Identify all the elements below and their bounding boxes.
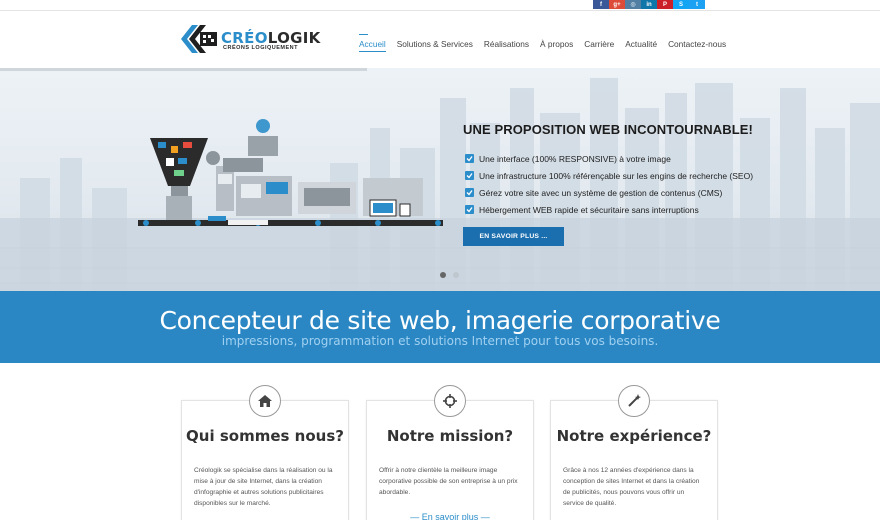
hero-bullet: Une interface (100% RESPONSIVE) à votre … (465, 150, 753, 167)
logo-mark-icon (181, 25, 217, 53)
card-experience: Notre expérience? Grâce à nos 12 années … (550, 385, 718, 520)
tagline-title: Concepteur de site web, imagerie corpora… (159, 306, 721, 335)
nav-item-realisations[interactable]: Réalisations (484, 39, 529, 49)
checkbox-check-icon (465, 205, 474, 214)
nav-item-solutions-services[interactable]: Solutions & Services (397, 39, 473, 49)
nav-item-carriere[interactable]: Carrière (584, 39, 614, 49)
slider-dot[interactable] (453, 272, 459, 278)
card-title: Qui sommes nous? (186, 427, 344, 445)
hero-bullet: Une infrastructure 100% référençable sur… (465, 167, 753, 184)
logo[interactable]: CRÉOLOGIK CRÉONS LOGIQUEMENT (180, 23, 320, 55)
card-text: Créologik se spécialise dans la réalisat… (194, 467, 333, 507)
crosshair-icon (434, 385, 466, 417)
card-about: Qui sommes nous? Créologik se spécialise… (181, 385, 349, 520)
web-factory-illustration (138, 119, 443, 226)
google-plus-icon[interactable]: g+ (609, 0, 625, 9)
site-header: CRÉOLOGIK CRÉONS LOGIQUEMENT Accueil Sol… (0, 10, 880, 68)
instagram-icon[interactable]: ◎ (625, 0, 641, 9)
main-nav: Accueil Solutions & Services Réalisation… (359, 34, 737, 52)
brand-tagline: CRÉONS LOGIQUEMENT (223, 45, 299, 51)
hero-slider: UNE PROPOSITION WEB INCONTOURNABLE! Une … (0, 68, 880, 291)
hero-bullet: Hébergement WEB rapide et sécuritaire sa… (465, 201, 753, 218)
checkbox-check-icon (465, 171, 474, 180)
slider-progress-bar (0, 68, 367, 71)
card-title: Notre expérience? (556, 427, 712, 445)
twitter-icon[interactable]: t (689, 0, 705, 9)
pinterest-icon[interactable]: P (657, 0, 673, 9)
checkbox-check-icon (465, 188, 474, 197)
skype-icon[interactable]: S (673, 0, 689, 9)
card-mission: Notre mission? Offrir à notre clientèle … (366, 385, 534, 520)
nav-item-contactez-nous[interactable]: Contactez-nous (668, 39, 726, 49)
card-title: Notre mission? (386, 427, 514, 445)
page: f g+ ◎ in P S t CRÉOLOGIK CRÉONS LOGIQUE… (0, 0, 880, 520)
slider-pagination (440, 272, 459, 278)
facebook-icon[interactable]: f (593, 0, 609, 9)
hero-bullet-list: Une interface (100% RESPONSIVE) à votre … (465, 150, 753, 218)
tagline-band: Concepteur de site web, imagerie corpora… (0, 291, 880, 363)
hero-bullet: Gérez votre site avec un système de gest… (465, 184, 753, 201)
slider-dot-active[interactable] (440, 272, 446, 278)
card-text: Offrir à notre clientèle la meilleure im… (379, 467, 518, 496)
social-bar: f g+ ◎ in P S t (593, 0, 705, 9)
card-text: Grâce à nos 12 années d'expérience dans … (563, 467, 700, 507)
tagline-subtitle: impressions, programmation et solutions … (221, 334, 659, 348)
checkbox-check-icon (465, 154, 474, 163)
nav-item-actualite[interactable]: Actualité (625, 39, 657, 49)
linkedin-icon[interactable]: in (641, 0, 657, 9)
nav-item-accueil[interactable]: Accueil (359, 34, 386, 52)
magic-wand-icon (618, 385, 650, 417)
feature-cards: Qui sommes nous? Créologik se spécialise… (0, 363, 880, 520)
home-icon (249, 385, 281, 417)
learn-more-link[interactable]: — En savoir plus — (367, 512, 533, 520)
hero-title: UNE PROPOSITION WEB INCONTOURNABLE! (463, 122, 753, 137)
nav-item-a-propos[interactable]: À propos (540, 39, 573, 49)
learn-more-button[interactable]: EN SAVOIR PLUS ... (463, 227, 564, 246)
